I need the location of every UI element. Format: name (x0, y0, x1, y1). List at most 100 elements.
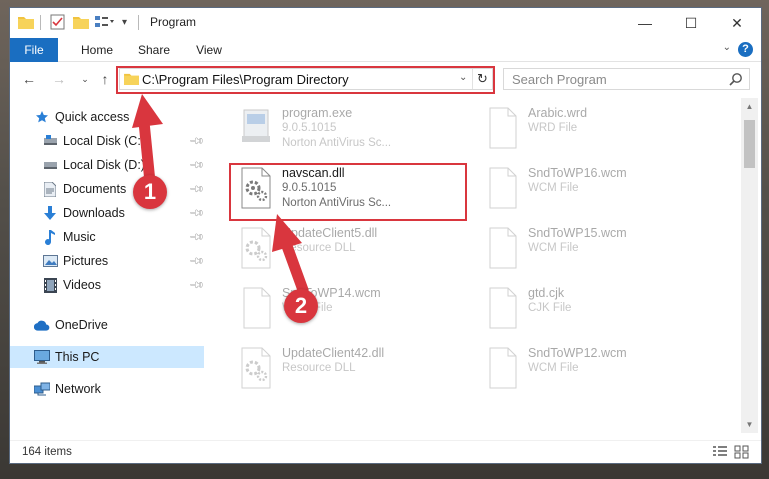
videos-icon (42, 277, 58, 293)
file-type: Resource DLL (282, 362, 356, 374)
file-item-sndtowp12-wcm[interactable]: SndToWP12.wcm WCM File (478, 340, 710, 398)
pin-icon: 📌︎ (187, 277, 205, 294)
pictures-icon (42, 253, 58, 269)
drive-icon (42, 157, 58, 173)
file-item-sndtowp16-wcm[interactable]: SndToWP16.wcm WCM File (478, 160, 710, 218)
file-item-updateclient5-dll[interactable]: UpdateClient5.dll Resource DLL (232, 220, 464, 278)
navigation-pane: Quick access Local Disk (C:) 📌︎ Local Di… (10, 98, 205, 433)
customize-toolbar-icon[interactable]: ▾ (122, 13, 127, 31)
recent-locations-chevron-icon[interactable]: ⌄ (74, 69, 96, 89)
file-description: Norton AntiVirus Sc... (282, 197, 392, 209)
file-item-arabic-wrd[interactable]: Arabic.wrd WRD File (478, 100, 710, 158)
file-version: 9.0.5.1015 (282, 122, 337, 134)
help-icon[interactable]: ? (738, 42, 753, 57)
sidebar-item-quick-access[interactable]: Quick access (34, 106, 129, 128)
file-name: gtd.cjk (528, 286, 565, 300)
file-name: Arabic.wrd (528, 106, 588, 120)
large-icons-view-icon[interactable] (734, 445, 750, 459)
file-item-sndtowp15-wcm[interactable]: SndToWP15.wcm WCM File (478, 220, 710, 278)
folder-icon (18, 13, 34, 31)
sidebar-item-label: OneDrive (55, 318, 108, 332)
pin-icon: 📌︎ (187, 253, 205, 270)
pin-icon: 📌︎ (187, 133, 205, 150)
search-input[interactable]: Search Program (503, 68, 750, 90)
pin-icon: 📌︎ (187, 157, 205, 174)
file-version: 9.0.5.1015 (282, 182, 337, 194)
search-icon[interactable] (729, 72, 743, 86)
status-bar: 164 items (10, 440, 761, 463)
sidebar-item-label: Local Disk (D:) (63, 158, 145, 172)
minimize-button[interactable]: — (622, 8, 668, 38)
file-item-updateclient42-dll[interactable]: UpdateClient42.dll Resource DLL (232, 340, 464, 398)
properties-icon[interactable] (50, 13, 65, 31)
file-item-gtd-cjk[interactable]: gtd.cjk CJK File (478, 280, 710, 338)
file-list: program.exe 9.0.5.1015 Norton AntiVirus … (208, 98, 740, 433)
blank-file-icon (489, 347, 517, 389)
refresh-icon[interactable]: ↻ (472, 69, 492, 89)
title-separator-2 (138, 15, 139, 30)
tab-view[interactable]: View (186, 38, 232, 62)
address-path[interactable]: C:\Program Files\Program Directory (142, 72, 349, 87)
sidebar-item-onedrive[interactable]: OneDrive (34, 314, 108, 336)
file-name: SndToWP12.wcm (528, 346, 627, 360)
forward-arrow-icon[interactable]: → (48, 69, 70, 89)
file-type: Resource DLL (282, 242, 356, 254)
computer-icon (34, 349, 50, 365)
sidebar-item-label: Videos (63, 278, 101, 292)
sidebar-item-label: Network (55, 382, 101, 396)
tab-home[interactable]: Home (72, 38, 122, 62)
file-type: WRD File (528, 122, 578, 134)
sidebar-item-this-pc[interactable]: This PC (10, 346, 204, 368)
title-separator (40, 15, 41, 30)
pin-icon: 📌︎ (187, 205, 205, 222)
blank-file-icon (243, 287, 271, 329)
file-type: CJK File (528, 302, 572, 314)
item-count: 164 items (22, 446, 72, 458)
expand-ribbon-chevron-icon[interactable]: ⌄ (723, 42, 731, 53)
details-view-icon[interactable] (712, 445, 728, 459)
view-options-icon[interactable] (95, 13, 115, 31)
sidebar-item-videos[interactable]: Videos (42, 274, 101, 296)
sidebar-item-local-disk-c[interactable]: Local Disk (C:) (42, 130, 145, 152)
file-type: WCM File (528, 182, 579, 194)
file-item-sndtowp14-wcm[interactable]: SndToWP14.wcm WCM File (232, 280, 464, 338)
ribbon-tabs: File Home Share View ⌄ ? (10, 38, 761, 62)
blank-file-icon (489, 167, 517, 209)
file-name: program.exe (282, 106, 353, 120)
maximize-button[interactable]: ☐ (668, 8, 714, 38)
sidebar-item-music[interactable]: Music (42, 226, 96, 248)
file-type: WCM File (528, 362, 579, 374)
pin-icon: 📌︎ (187, 181, 205, 198)
sidebar-item-label: Downloads (63, 206, 125, 220)
sidebar-item-label: Music (63, 230, 96, 244)
dll-gear-file-icon (241, 167, 271, 209)
tab-file[interactable]: File (10, 38, 58, 62)
up-arrow-icon[interactable]: ↑ (94, 69, 116, 89)
new-folder-icon[interactable] (73, 13, 89, 31)
sidebar-item-label: Documents (63, 182, 127, 196)
tab-share[interactable]: Share (130, 38, 178, 62)
vertical-scrollbar[interactable]: ▲ ▼ (741, 98, 758, 433)
step-2-badge: 2 (284, 289, 318, 323)
address-dropdown-icon[interactable]: ⌄ (459, 72, 467, 83)
file-description: Norton AntiVirus Sc... (282, 137, 392, 149)
back-arrow-icon[interactable]: ← (18, 69, 40, 89)
address-bar[interactable]: C:\Program Files\Program Directory ⌄ ↻ (119, 68, 493, 90)
scroll-up-arrow-icon[interactable]: ▲ (744, 102, 755, 111)
sidebar-item-pictures[interactable]: Pictures (42, 250, 108, 272)
sidebar-item-local-disk-d[interactable]: Local Disk (D:) (42, 154, 145, 176)
downloads-icon (42, 205, 58, 221)
navigation-bar: ← → ⌄ ↑ C:\Program Files\Program Directo… (10, 64, 761, 94)
star-icon (34, 109, 50, 125)
scroll-down-arrow-icon[interactable]: ▼ (744, 420, 755, 429)
sidebar-item-network[interactable]: Network (34, 378, 101, 400)
scrollbar-thumb[interactable] (744, 120, 755, 168)
title-bar: ▾ Program — ☐ ✕ (10, 8, 761, 38)
folder-icon (124, 72, 139, 88)
cloud-icon (34, 317, 50, 333)
close-button[interactable]: ✕ (714, 8, 760, 38)
file-item-navscan-dll[interactable]: navscan.dll 9.0.5.1015 Norton AntiVirus … (232, 160, 464, 218)
sidebar-item-downloads[interactable]: Downloads (42, 202, 125, 224)
sidebar-item-documents[interactable]: Documents (42, 178, 126, 200)
file-item-program-exe[interactable]: program.exe 9.0.5.1015 Norton AntiVirus … (232, 100, 464, 158)
